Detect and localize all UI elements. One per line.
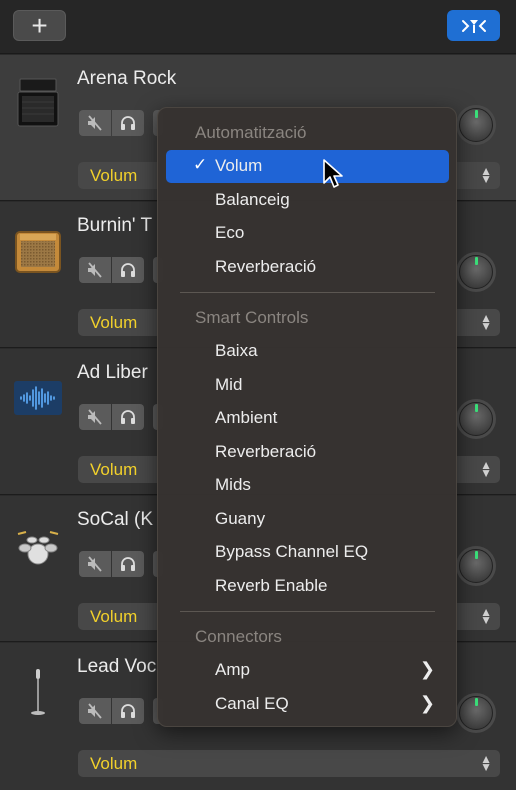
menu-item-reverberacio-smart[interactable]: Reverberació — [166, 436, 449, 469]
headphones-button[interactable] — [112, 404, 144, 430]
headphones-icon — [121, 557, 135, 571]
drum-kit-icon — [17, 531, 59, 565]
menu-separator — [180, 292, 435, 293]
chevron-updown-icon: ▲ ▼ — [480, 164, 492, 186]
menu-item-label: Amp — [215, 660, 250, 679]
track-name[interactable]: Lead Voc — [77, 656, 156, 678]
menu-item-volum[interactable]: ✓ Volum — [166, 150, 449, 183]
combo-amp-icon — [15, 231, 61, 273]
headphones-button[interactable] — [112, 698, 144, 724]
track-header-toolbar: + — [0, 0, 516, 54]
menu-item-label: Bypass Channel EQ — [215, 542, 369, 561]
chevron-updown-icon: ▲ ▼ — [480, 605, 492, 627]
menu-item-reverberacio[interactable]: Reverberació — [166, 251, 449, 284]
speaker-muted-icon — [88, 703, 102, 719]
menu-item-canal-eq[interactable]: Canal EQ ❯ — [166, 688, 449, 721]
track-name[interactable]: Burnin' T — [77, 215, 152, 237]
knob-dial — [459, 108, 493, 142]
automation-filter-icon — [461, 19, 486, 33]
menu-item-baixa[interactable]: Baixa — [166, 335, 449, 368]
menu-item-label: Balanceig — [215, 190, 290, 209]
menu-item-label: Eco — [215, 223, 245, 242]
headphones-button[interactable] — [112, 257, 144, 283]
menu-item-label: Mids — [215, 475, 251, 494]
automation-parameter-menu: Automatització ✓ Volum Balanceig Eco Rev… — [157, 107, 457, 727]
menu-section-header: Automatització — [195, 123, 307, 142]
chevron-updown-icon: ▲ ▼ — [480, 752, 492, 774]
menu-item-ambient[interactable]: Ambient — [166, 402, 449, 435]
track-name[interactable]: SoCal (K — [77, 509, 153, 531]
chevron-updown-icon: ▲ ▼ — [480, 458, 492, 480]
chevron-updown-icon: ▲ ▼ — [480, 311, 492, 333]
track-name[interactable]: Arena Rock — [77, 68, 176, 90]
menu-item-label: Guany — [215, 509, 266, 528]
plus-icon: + — [31, 9, 48, 41]
menu-item-reverb-enable[interactable]: Reverb Enable — [166, 570, 449, 603]
speaker-muted-icon — [88, 115, 102, 131]
headphones-icon — [121, 263, 135, 277]
automation-parameter-select[interactable]: Volum ▲ ▼ — [78, 750, 500, 777]
speaker-muted-icon — [88, 409, 102, 425]
mute-button[interactable] — [79, 257, 111, 283]
track-name[interactable]: Ad Liber — [77, 362, 148, 384]
speaker-muted-icon — [88, 262, 102, 278]
menu-item-label: Reverb Enable — [215, 576, 328, 595]
volume-knob[interactable] — [456, 399, 496, 439]
menu-item-label: Canal EQ — [215, 694, 289, 713]
amp-stack-icon — [17, 78, 59, 127]
menu-item-label: Ambient — [215, 408, 278, 427]
automation-parameter-value: Volum — [90, 754, 138, 773]
menu-item-guany[interactable]: Guany — [166, 503, 449, 536]
microphone-stand-icon — [31, 669, 45, 715]
menu-item-mid[interactable]: Mid — [166, 369, 449, 402]
add-track-button[interactable]: + — [13, 10, 66, 41]
knob-dial — [459, 402, 493, 436]
mute-button[interactable] — [79, 551, 111, 577]
menu-item-label: Baixa — [215, 341, 258, 360]
menu-item-eco[interactable]: Eco — [166, 217, 449, 250]
menu-item-label: Mid — [215, 375, 243, 394]
chevron-right-icon: ❯ — [419, 693, 435, 713]
headphones-icon — [121, 116, 135, 130]
chevron-right-icon: ❯ — [419, 659, 435, 679]
menu-item-label: Reverberació — [215, 442, 317, 461]
knob-dial — [459, 696, 493, 730]
knob-dial — [459, 549, 493, 583]
mouse-pointer-icon — [323, 159, 343, 188]
menu-section-header: Connectors — [195, 627, 282, 646]
audio-waveform-icon — [14, 381, 62, 415]
volume-knob[interactable] — [456, 105, 496, 145]
mute-button[interactable] — [79, 404, 111, 430]
automation-parameter-value: Volum — [90, 460, 138, 479]
automation-filter-button[interactable] — [447, 10, 500, 41]
menu-item-amp[interactable]: Amp ❯ — [166, 654, 449, 687]
mute-button[interactable] — [79, 110, 111, 136]
checkmark-icon: ✓ — [193, 155, 208, 174]
menu-separator — [180, 611, 435, 612]
speaker-muted-icon — [88, 556, 102, 572]
menu-item-label: Reverberació — [215, 257, 317, 276]
volume-knob[interactable] — [456, 252, 496, 292]
knob-dial — [459, 255, 493, 289]
volume-knob[interactable] — [456, 693, 496, 733]
menu-item-bypass-channel-eq[interactable]: Bypass Channel EQ — [166, 536, 449, 569]
automation-parameter-value: Volum — [90, 313, 138, 332]
volume-knob[interactable] — [456, 546, 496, 586]
headphones-icon — [121, 410, 135, 424]
mute-button[interactable] — [79, 698, 111, 724]
headphones-button[interactable] — [112, 110, 144, 136]
menu-item-balanceig[interactable]: Balanceig — [166, 184, 449, 217]
headphones-button[interactable] — [112, 551, 144, 577]
menu-item-mids[interactable]: Mids — [166, 469, 449, 502]
automation-parameter-value: Volum — [90, 166, 138, 185]
headphones-icon — [121, 704, 135, 718]
menu-section-header: Smart Controls — [195, 308, 309, 327]
menu-item-label: Volum — [215, 156, 263, 175]
automation-parameter-value: Volum — [90, 607, 138, 626]
